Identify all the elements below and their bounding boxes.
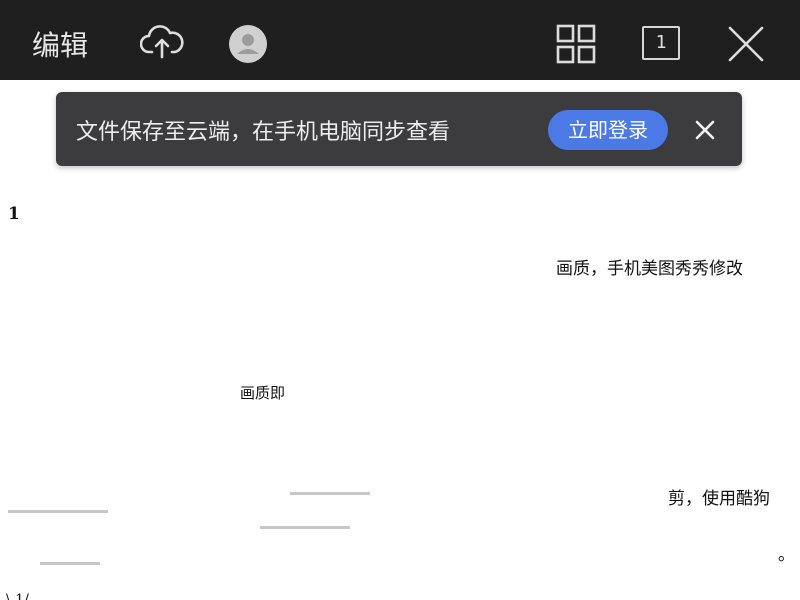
close-icon[interactable] — [726, 24, 766, 64]
document-text: 。 — [778, 545, 795, 565]
page-count-icon[interactable]: 1 — [642, 26, 680, 60]
top-toolbar: 编辑 1 — [0, 0, 800, 80]
avatar-icon[interactable] — [228, 24, 268, 64]
faded-text-smudge — [40, 562, 100, 565]
document-text: 画质，手机美图秀秀修改 — [556, 259, 743, 279]
edit-button[interactable]: 编辑 — [32, 24, 88, 64]
document-text: 剪，使用酷狗 — [668, 489, 770, 509]
faded-text-smudge — [8, 510, 108, 513]
document-text: 1 — [8, 204, 20, 224]
cloud-upload-icon[interactable] — [139, 24, 184, 60]
faded-text-smudge — [290, 492, 370, 495]
login-button[interactable]: 立即登录 — [548, 110, 668, 150]
cloud-save-banner: 文件保存至云端，在手机电脑同步查看 立即登录 — [56, 92, 742, 166]
document-page: 1 画质，手机美图秀秀修改 画质即 剪，使用酷狗 。 \ 1/ — [0, 170, 800, 600]
document-text: 画质即 — [240, 384, 286, 402]
document-text: \ 1/ — [6, 592, 29, 600]
grid-view-icon[interactable] — [556, 24, 596, 64]
banner-message: 文件保存至云端，在手机电脑同步查看 — [76, 120, 451, 145]
page-number: 1 — [642, 26, 680, 60]
banner-close-icon[interactable] — [694, 119, 716, 141]
faded-text-smudge — [260, 526, 350, 529]
